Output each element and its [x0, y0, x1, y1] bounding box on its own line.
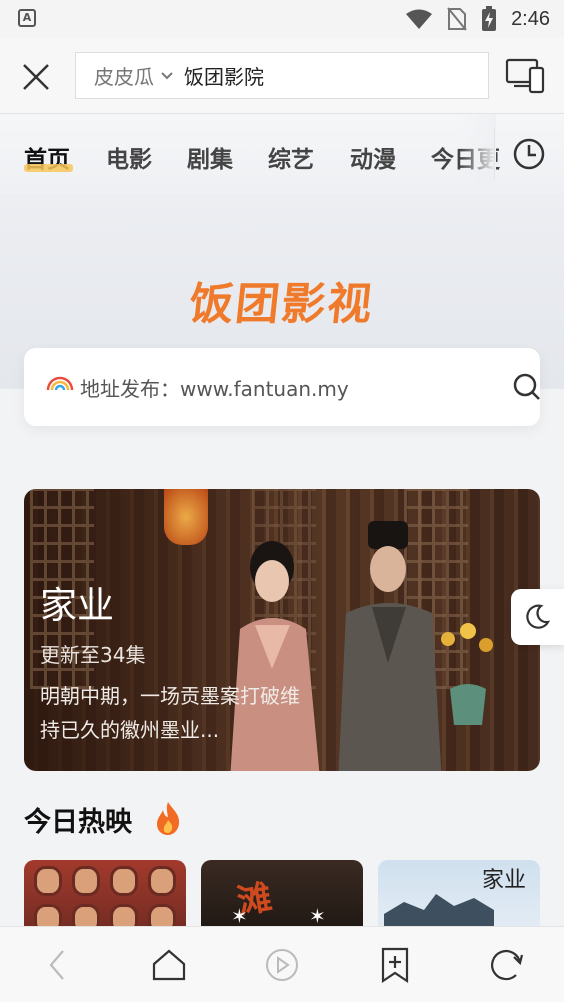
battery-charging-icon: [482, 6, 497, 31]
refresh-button[interactable]: [487, 945, 527, 985]
play-button[interactable]: [262, 945, 302, 985]
no-sim-icon: [447, 7, 467, 31]
cast-photo: [72, 866, 100, 896]
refresh-icon: [491, 949, 524, 981]
home-button[interactable]: [149, 945, 189, 985]
section-title: 今日热映: [24, 807, 132, 838]
add-bookmark-button[interactable]: [375, 945, 415, 985]
night-mode-button[interactable]: [511, 589, 564, 645]
back-button[interactable]: [38, 945, 78, 985]
banner-episode-status: 更新至34集: [40, 643, 146, 667]
search-query-text[interactable]: 饭团影院: [184, 61, 264, 90]
moon-icon: [526, 604, 551, 629]
active-tab-indicator: [24, 164, 73, 172]
banner-description: 明朝中期，一场贡墨案打破维持已久的徽州墨业...: [40, 684, 300, 742]
flower-vase: [441, 623, 493, 725]
tabs-fade: [460, 114, 496, 194]
tab-movies[interactable]: 电影: [106, 140, 152, 174]
site-logo: 饭团影视: [186, 279, 377, 330]
cast-photo: [148, 866, 176, 896]
back-icon: [49, 950, 64, 980]
play-icon: [266, 949, 298, 981]
category-tabs: 首页 电影 剧集 综艺 动漫 今日更: [0, 114, 564, 194]
close-button[interactable]: [16, 57, 56, 97]
bottom-navigation: [0, 926, 564, 1002]
cast-photo: [110, 866, 138, 896]
clock-icon: [513, 138, 545, 170]
tab-anime[interactable]: 动漫: [350, 140, 396, 174]
browser-toolbar: 皮皮瓜 饭团影院: [0, 38, 564, 114]
history-button[interactable]: [511, 136, 547, 172]
home-icon: [152, 949, 186, 981]
featured-banner[interactable]: 家业 更新至34集 明朝中期，一场贡墨案打破维持已久的徽州墨业...: [24, 489, 540, 771]
close-icon: [23, 64, 49, 90]
site-search-box[interactable]: 地址发布：www.fantuan.my: [24, 348, 540, 426]
devices-icon: [505, 58, 545, 94]
search-engine-label[interactable]: 皮皮瓜: [94, 61, 154, 90]
search-icon[interactable]: [512, 372, 542, 402]
address-notice-text: 地址发布：www.fantuan.my: [80, 377, 349, 401]
tab-variety[interactable]: 综艺: [268, 140, 314, 174]
device-switch-button[interactable]: [504, 56, 548, 96]
status-bar: A 2:46: [0, 0, 564, 38]
rainbow-icon: [46, 376, 74, 391]
tabs-divider: [494, 128, 496, 180]
lantern-decoration: [164, 489, 208, 545]
cast-photo: [34, 866, 62, 896]
star-icon: ✶: [309, 904, 326, 928]
wifi-icon: [406, 9, 433, 29]
address-bar[interactable]: 皮皮瓜 饭团影院: [75, 52, 489, 99]
fire-icon: [157, 802, 180, 835]
app-notification-icon: A: [18, 9, 36, 27]
clock-time: 2:46: [511, 7, 550, 30]
banner-title: 家业: [40, 584, 114, 627]
bookmark-add-icon: [381, 947, 409, 984]
tab-series[interactable]: 剧集: [187, 140, 233, 174]
chevron-down-icon[interactable]: [160, 71, 174, 81]
star-icon: ✶: [231, 904, 248, 928]
